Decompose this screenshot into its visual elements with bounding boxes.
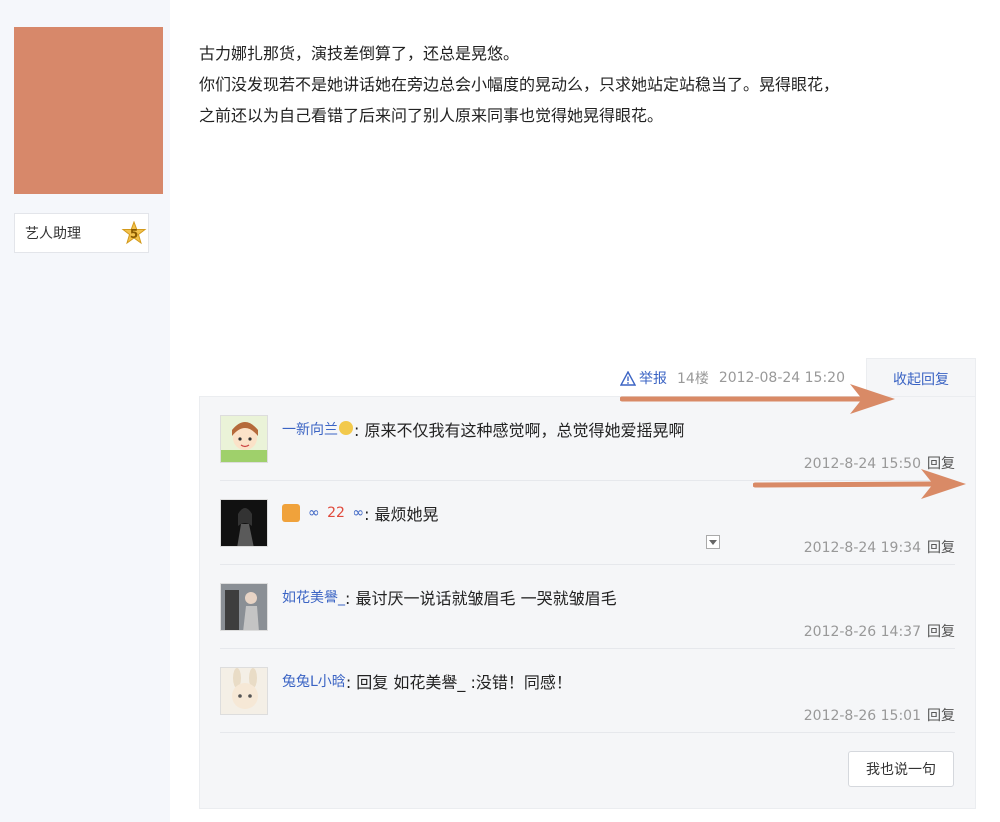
reply-meta: 2012-8-24 19:34 回复 [804,537,955,557]
username-prefix: ∞ [308,505,320,521]
author-title: 艺人助理 [25,226,81,242]
reply-text: : 原来不仅我有这种感觉啊，总觉得她爱摇晃啊 [354,421,685,440]
reply-text-line: 如花美譽_ : 最讨厌一说话就皱眉毛 一哭就皱眉毛 [282,585,617,609]
expand-dropdown-button[interactable] [706,535,720,549]
post-line: 古力娜扎那货，演技差倒算了，还总是晃悠。 [199,44,520,63]
caret-down-icon [709,539,717,545]
vip-crown-icon [282,504,300,522]
reply-panel: 一新向兰 : 原来不仅我有这种感觉啊，总觉得她爱摇晃啊 2012-8-24 15… [199,396,976,809]
emoji-icon [339,421,353,435]
reply-avatar[interactable] [220,415,268,463]
reply-text: : 最烦她晃 [364,505,439,524]
reply-text: : 最讨厌一说话就皱眉毛 一哭就皱眉毛 [345,589,617,608]
post-line: 你们没发现若不是她讲话她在旁边总会小幅度的晃动么，只求她站定站稳当了。晃得眼花， [199,75,840,94]
reply-item: 如花美譽_ : 最讨厌一说话就皱眉毛 一哭就皱眉毛 2012-8-26 14:3… [220,565,955,649]
annotation-arrow [620,384,895,414]
reply-meta: 2012-8-26 14:37 回复 [804,621,955,641]
author-sidebar: 艺人助理 5 [0,0,170,822]
reply-time: 2012-8-24 19:34 [803,540,921,556]
reply-avatar[interactable] [220,667,268,715]
reply-avatar[interactable] [220,583,268,631]
author-title-badge[interactable]: 艺人助理 5 [14,213,149,253]
say-something-button[interactable]: 我也说一句 [848,751,954,787]
level-star-icon: 5 [121,221,147,247]
reply-avatar[interactable] [220,499,268,547]
reply-time: 2012-8-26 14:37 [803,624,921,640]
reply-username[interactable]: 如花美譽_ [282,587,345,607]
reply-text-line: ∞ 22 ∞ : 最烦她晃 [282,501,439,525]
reply-text-line: 兔兔L小晗 : 回复 如花美譽_ :没错！同感！ [282,669,572,693]
username-suffix: ∞ [352,505,365,521]
username-number: 22 [327,505,345,521]
reply-text-line: 一新向兰 : 原来不仅我有这种感觉啊，总觉得她爱摇晃啊 [282,417,684,441]
reply-button[interactable]: 回复 [927,708,955,724]
reply-username[interactable]: ∞ 22 ∞ [308,505,364,521]
reply-text: : 回复 如花美譽_ :没错！同感！ [345,673,572,692]
annotation-arrow [753,469,966,499]
level-number: 5 [129,227,139,241]
reply-username[interactable]: 兔兔L小晗 [282,671,346,691]
reply-button[interactable]: 回复 [927,540,955,556]
reply-time: 2012-8-26 15:01 [803,708,921,724]
post-line: 之前还以为自己看错了后来问了别人原来同事也觉得她晃得眼花。 [199,106,664,125]
reply-meta: 2012-8-26 15:01 回复 [804,705,955,725]
reply-username[interactable]: 一新向兰 [282,419,338,439]
author-avatar[interactable] [14,27,163,194]
reply-button[interactable]: 回复 [927,624,955,640]
post-content: 古力娜扎那货，演技差倒算了，还总是晃悠。 你们没发现若不是她讲话她在旁边总会小幅… [199,38,979,131]
reply-item: 兔兔L小晗 : 回复 如花美譽_ :没错！同感！ 2012-8-26 15:01… [220,649,955,733]
